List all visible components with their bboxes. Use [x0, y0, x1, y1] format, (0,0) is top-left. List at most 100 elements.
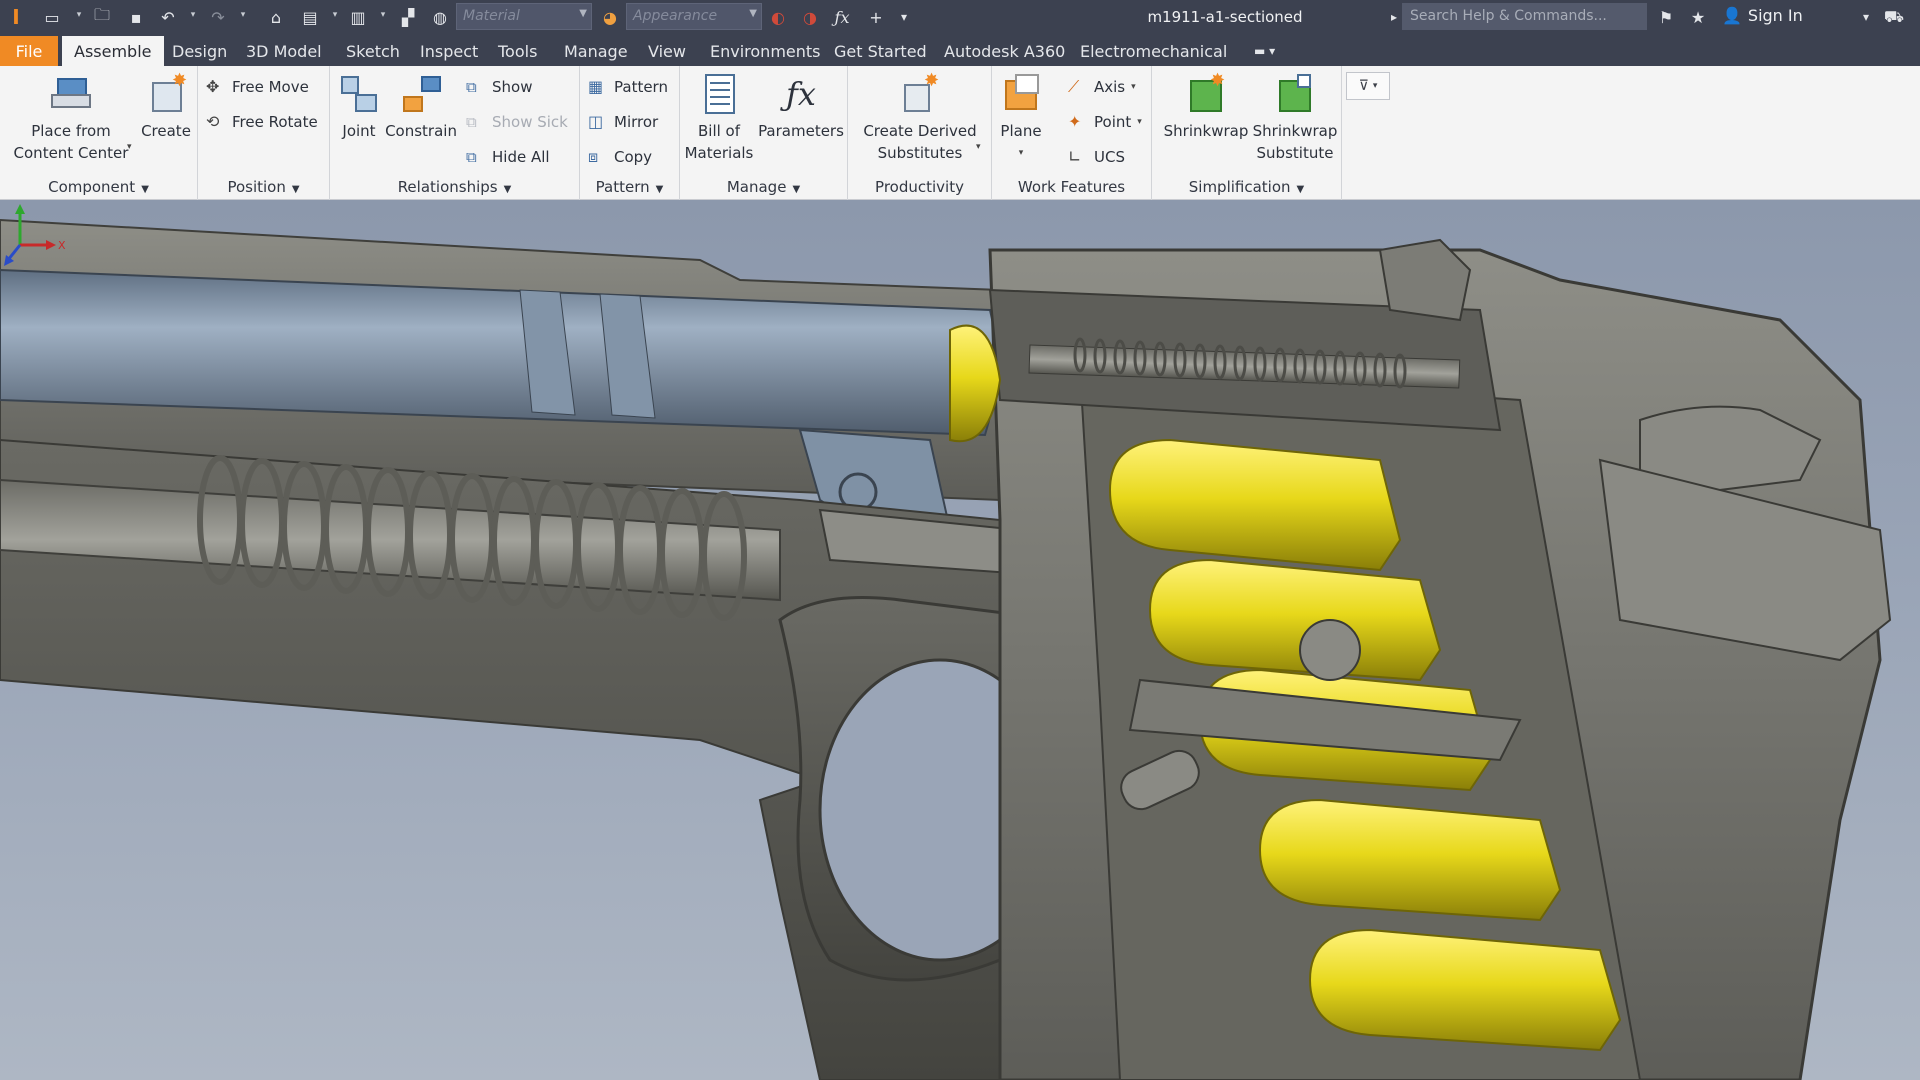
sign-in-button[interactable]: 👤 Sign In	[1722, 6, 1803, 25]
show-sick-label: Show Sick	[492, 113, 568, 131]
chevron-down-icon: ▼	[1296, 184, 1305, 195]
inventor-logo-icon[interactable]: I	[2, 3, 30, 31]
customize-dropdown-icon[interactable]: ▾	[890, 3, 918, 31]
chevron-down-icon: ▼	[141, 184, 149, 195]
account-dropdown-icon[interactable]: ▾	[1852, 3, 1880, 31]
graphics-viewport[interactable]: X	[0, 200, 1920, 1080]
shrinkwrap-button[interactable]: ✸ Shrinkwrap	[1163, 70, 1249, 142]
tab-environments[interactable]: Environments	[698, 36, 833, 66]
undo-dropdown-icon[interactable]: ▾	[188, 10, 198, 20]
pattern-title-label: Pattern	[595, 178, 650, 196]
show-constraints-icon: ⧉	[466, 78, 477, 96]
appearance-color-icon[interactable]: ◕	[596, 3, 624, 31]
favorites-star-icon[interactable]: ★	[1684, 3, 1712, 31]
manage-title-label: Manage	[726, 178, 787, 196]
cart-icon[interactable]: ⛟	[1880, 3, 1908, 31]
pattern-label: Pattern	[614, 78, 668, 96]
pattern-button[interactable]: ▦ Pattern	[588, 74, 668, 100]
pattern-panel-title[interactable]: Pattern ▼	[580, 178, 679, 196]
mag-release-button	[1299, 619, 1361, 681]
free-move-button[interactable]: ✥ Free Move	[206, 74, 309, 100]
plane-button[interactable]: Plane ▾	[996, 72, 1046, 164]
globe-icon[interactable]: ◍	[426, 3, 454, 31]
home-icon[interactable]: ⌂	[262, 3, 290, 31]
create-component-button[interactable]: ✸ Create	[138, 70, 194, 142]
joint-button[interactable]: Joint	[336, 72, 382, 142]
position-title-label: Position	[227, 178, 286, 196]
axis-dropdown-icon[interactable]: ▾	[1131, 82, 1136, 92]
appearance-combo[interactable]: Appearance ▼	[626, 3, 762, 30]
ribbon-display-toggle-icon[interactable]: ▬ ▾	[1242, 36, 1287, 66]
show-button[interactable]: ⧉ Show	[466, 74, 532, 100]
derived-dropdown-icon[interactable]: ▾	[976, 142, 981, 152]
measure-dropdown-icon[interactable]: ▾	[378, 10, 388, 20]
clear-appearance-icon[interactable]: ◑	[796, 3, 824, 31]
work-features-panel-title: Work Features	[992, 178, 1151, 196]
tab-assemble[interactable]: Assemble	[62, 36, 164, 66]
fx-icon[interactable]: ƒx	[828, 3, 856, 31]
chevron-down-icon: ▼	[579, 8, 587, 19]
material-combo[interactable]: Material ▼	[456, 3, 592, 30]
hide-all-button[interactable]: ⧉ Hide All	[466, 144, 550, 170]
tab-get-started[interactable]: Get Started	[822, 36, 939, 66]
bill-of-materials-button[interactable]: Bill of Materials	[684, 72, 754, 164]
derived-label-line2: Substitutes	[877, 144, 963, 162]
productivity-title-label: Productivity	[875, 178, 964, 196]
tab-3d-model[interactable]: 3D Model	[234, 36, 334, 66]
place-from-content-center-button[interactable]: Place from Content Center	[10, 72, 132, 164]
adjust-appearance-icon[interactable]: ◐	[764, 3, 792, 31]
tab-manage[interactable]: Manage	[552, 36, 640, 66]
tab-electromechanical[interactable]: Electromechanical	[1068, 36, 1239, 66]
manage-panel-title[interactable]: Manage ▼	[680, 178, 847, 196]
save-icon[interactable]: ▪	[122, 3, 150, 31]
shrinkwrap-sub-label-line1: Shrinkwrap	[1252, 122, 1338, 140]
component-panel-title[interactable]: Component ▼	[0, 178, 197, 196]
free-rotate-button[interactable]: ⟲ Free Rotate	[206, 109, 318, 135]
plane-dropdown-icon[interactable]: ▾	[1019, 142, 1024, 164]
copy-button[interactable]: ⧈ Copy	[588, 144, 652, 170]
ucs-button[interactable]: ∟ UCS	[1068, 144, 1125, 170]
joint-label: Joint	[342, 122, 376, 140]
point-dropdown-icon[interactable]: ▾	[1137, 117, 1142, 127]
tab-tools[interactable]: Tools	[486, 36, 549, 66]
shrinkwrap-substitute-button[interactable]: Shrinkwrap Substitute	[1252, 72, 1338, 164]
undo-icon[interactable]: ↶	[154, 3, 182, 31]
new-dropdown-icon[interactable]: ▾	[74, 10, 84, 20]
ribbon-options-dropdown[interactable]: ⊽ ▾	[1346, 72, 1390, 100]
tab-design[interactable]: Design	[160, 36, 239, 66]
place-dropdown-icon[interactable]: ▾	[127, 142, 132, 152]
measure-icon[interactable]: ▥	[344, 3, 372, 31]
plus-icon[interactable]: +	[862, 3, 890, 31]
show-label: Show	[492, 78, 533, 96]
show-sick-button[interactable]: ⧉ Show Sick	[466, 109, 568, 135]
point-button[interactable]: ✦ Point ▾	[1068, 109, 1142, 135]
redo-icon[interactable]: ↷	[204, 3, 232, 31]
select-mode-icon[interactable]: ▞	[394, 3, 422, 31]
print-icon[interactable]: ▤	[296, 3, 324, 31]
shrinkwrap-substitute-icon	[1273, 72, 1317, 116]
tab-sketch[interactable]: Sketch	[334, 36, 412, 66]
relationships-panel-title[interactable]: Relationships ▼	[330, 178, 579, 196]
tab-file[interactable]: File	[0, 36, 58, 66]
create-derived-substitutes-button[interactable]: ✸ Create Derived Substitutes	[854, 70, 986, 164]
title-bar: I ▭ ▾ 🗀 ▪ ↶ ▾ ↷ ▾ ⌂ ▤ ▾ ▥ ▾ ▞ ◍ Material…	[0, 0, 1920, 34]
position-panel-title[interactable]: Position ▼	[198, 178, 329, 196]
axis-button[interactable]: ⟋ Axis ▾	[1068, 74, 1136, 100]
tab-inspect[interactable]: Inspect	[408, 36, 490, 66]
tab-autodesk-a360[interactable]: Autodesk A360	[932, 36, 1077, 66]
chevron-down-icon: ▼	[655, 184, 664, 195]
mirror-button[interactable]: ◫ Mirror	[588, 109, 658, 135]
simplification-panel-title[interactable]: Simplification ▼	[1152, 178, 1341, 196]
search-input[interactable]: Search Help & Commands...	[1402, 3, 1647, 30]
print-dropdown-icon[interactable]: ▾	[330, 10, 340, 20]
redo-dropdown-icon[interactable]: ▾	[238, 10, 248, 20]
tab-view[interactable]: View	[636, 36, 698, 66]
new-file-icon[interactable]: ▭	[38, 3, 66, 31]
shrinkwrap-label: Shrinkwrap	[1163, 122, 1249, 140]
component-title-label: Component	[48, 178, 136, 196]
copy-label: Copy	[614, 148, 653, 166]
subscription-icon[interactable]: ⚑	[1652, 3, 1680, 31]
constrain-button[interactable]: Constrain	[385, 72, 457, 142]
open-folder-icon[interactable]: 🗀	[88, 3, 116, 31]
parameters-button[interactable]: ƒx Parameters	[758, 72, 844, 142]
